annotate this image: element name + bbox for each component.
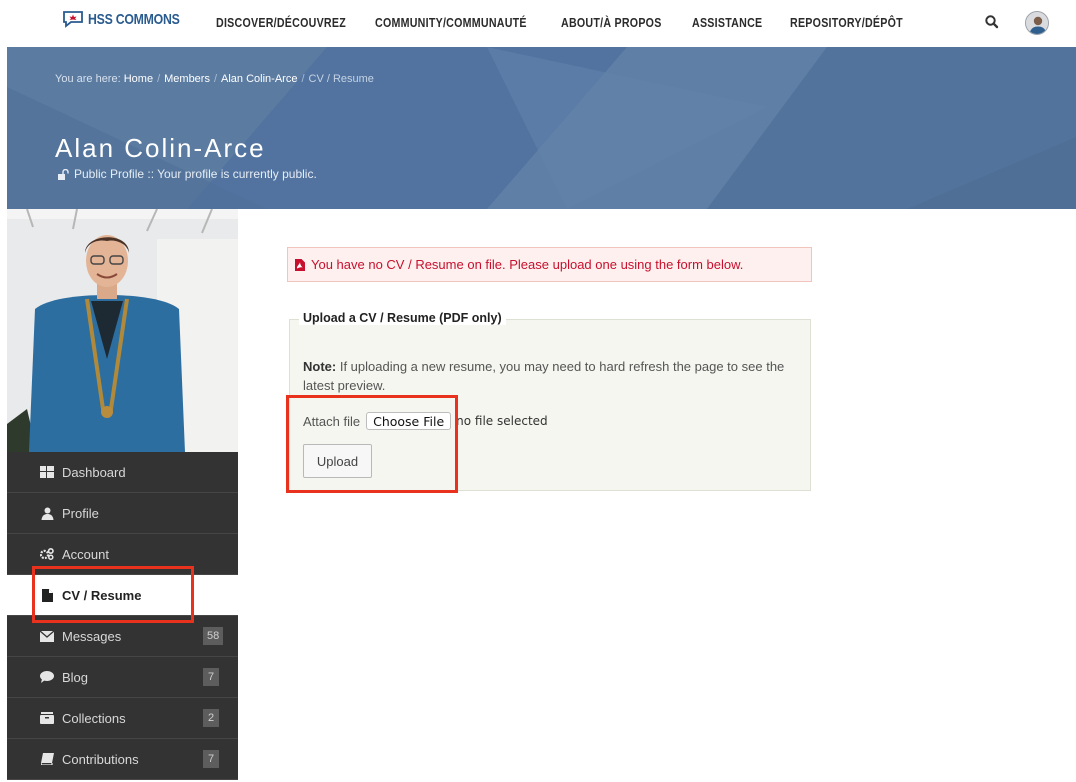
breadcrumb-separator: /	[301, 73, 305, 85]
nav-community[interactable]: COMMUNITY/COMMUNAUTÉ	[375, 15, 527, 30]
alert-text: You have no CV / Resume on file. Please …	[311, 257, 744, 272]
sidebar-item-label: Blog	[62, 669, 89, 685]
upload-button[interactable]: Upload	[303, 444, 372, 478]
site-logo[interactable]: HSS COMMONS	[62, 10, 200, 28]
banner-background	[7, 47, 1076, 209]
collections-count-badge: 2	[203, 709, 219, 727]
top-navbar: HSS COMMONS DISCOVER/DÉCOUVREZ COMMUNITY…	[0, 0, 1076, 47]
profile-photo	[7, 209, 238, 452]
sidebar-item-label: Profile	[62, 505, 99, 521]
sidebar-item-messages[interactable]: Messages 58	[7, 616, 238, 657]
profile-name: Alan Colin-Arce	[55, 133, 266, 163]
attach-file-label: Attach file	[303, 413, 361, 429]
breadcrumb-home[interactable]: Home	[124, 73, 153, 85]
breadcrumb-separator: /	[213, 73, 218, 85]
user-avatar-icon[interactable]	[1025, 11, 1049, 35]
sidebar-item-dashboard[interactable]: Dashboard	[7, 452, 238, 493]
upload-legend: Upload a CV / Resume (PDF only)	[299, 311, 506, 325]
site-logo-text: HSS COMMONS	[88, 10, 180, 28]
breadcrumb-prefix: You are here:	[55, 73, 121, 85]
profile-status: Public Profile :: Your profile is curren…	[57, 167, 317, 181]
search-icon[interactable]	[984, 14, 1000, 30]
profile-photo-image	[7, 209, 238, 452]
sidebar-item-label: Contributions	[62, 751, 139, 767]
sidebar-item-cv-resume[interactable]: CV / Resume	[7, 575, 238, 616]
upload-note: Note: If uploading a new resume, you may…	[303, 357, 803, 395]
envelope-icon	[40, 629, 54, 643]
sidebar-item-blog[interactable]: Blog 7	[7, 657, 238, 698]
no-resume-alert: You have no CV / Resume on file. Please …	[287, 247, 812, 282]
profile-banner: You are here: Home / Members / Alan Colin-Ar…	[7, 47, 1076, 209]
speech-bubble-logo-icon	[63, 11, 83, 28]
sidebar-item-label: Collections	[62, 710, 126, 726]
contributions-count-badge: 7	[203, 750, 219, 768]
nav-about[interactable]: ABOUT/À PROPOS	[561, 15, 662, 30]
note-text: If uploading a new resume, you may need …	[303, 359, 785, 393]
messages-count-badge: 58	[203, 627, 224, 645]
sidebar-item-label: Account	[62, 546, 109, 562]
sidebar-item-label: Messages	[62, 628, 122, 644]
profile-status-text: Public Profile :: Your profile is curren…	[74, 167, 317, 181]
breadcrumb: You are here: Home / Members / Alan Colin-Ar…	[55, 73, 374, 85]
dashboard-icon	[40, 465, 54, 479]
nav-discover[interactable]: DISCOVER/DÉCOUVREZ	[216, 15, 346, 30]
note-label: Note:	[303, 359, 337, 374]
sidebar-item-label: CV / Resume	[62, 587, 142, 603]
breadcrumb-separator: /	[157, 73, 161, 85]
collection-icon	[40, 711, 54, 725]
nav-repository[interactable]: REPOSITORY/DÉPÔT	[790, 15, 903, 30]
nav-assistance[interactable]: ASSISTANCE	[692, 15, 762, 30]
attach-file-row: Attach file Choose File no file selected	[303, 412, 548, 430]
sidebar-item-contributions[interactable]: Contributions 7	[7, 739, 238, 780]
sidebar-item-account[interactable]: Account	[7, 534, 238, 575]
breadcrumb-member-name[interactable]: Alan Colin-Arce	[221, 73, 297, 85]
choose-file-button[interactable]: Choose File	[366, 412, 452, 430]
sidebar-nav: Dashboard Profile Account CV / Resume Me…	[7, 452, 238, 780]
comment-icon	[40, 670, 54, 684]
upload-cv-fieldset: Upload a CV / Resume (PDF only) Note: If…	[289, 311, 811, 491]
no-file-selected-text: no file selected	[456, 414, 548, 428]
sidebar-item-collections[interactable]: Collections 2	[7, 698, 238, 739]
unlock-icon	[58, 168, 69, 180]
blog-count-badge: 7	[203, 668, 219, 686]
user-icon	[40, 506, 54, 520]
pdf-file-icon	[295, 258, 305, 271]
breadcrumb-members[interactable]: Members	[164, 73, 210, 85]
book-icon	[40, 752, 54, 766]
sidebar-item-profile[interactable]: Profile	[7, 493, 238, 534]
breadcrumb-current: CV / Resume	[308, 73, 374, 85]
gears-icon	[40, 547, 54, 561]
sidebar-item-label: Dashboard	[62, 464, 126, 480]
file-icon	[40, 588, 54, 602]
